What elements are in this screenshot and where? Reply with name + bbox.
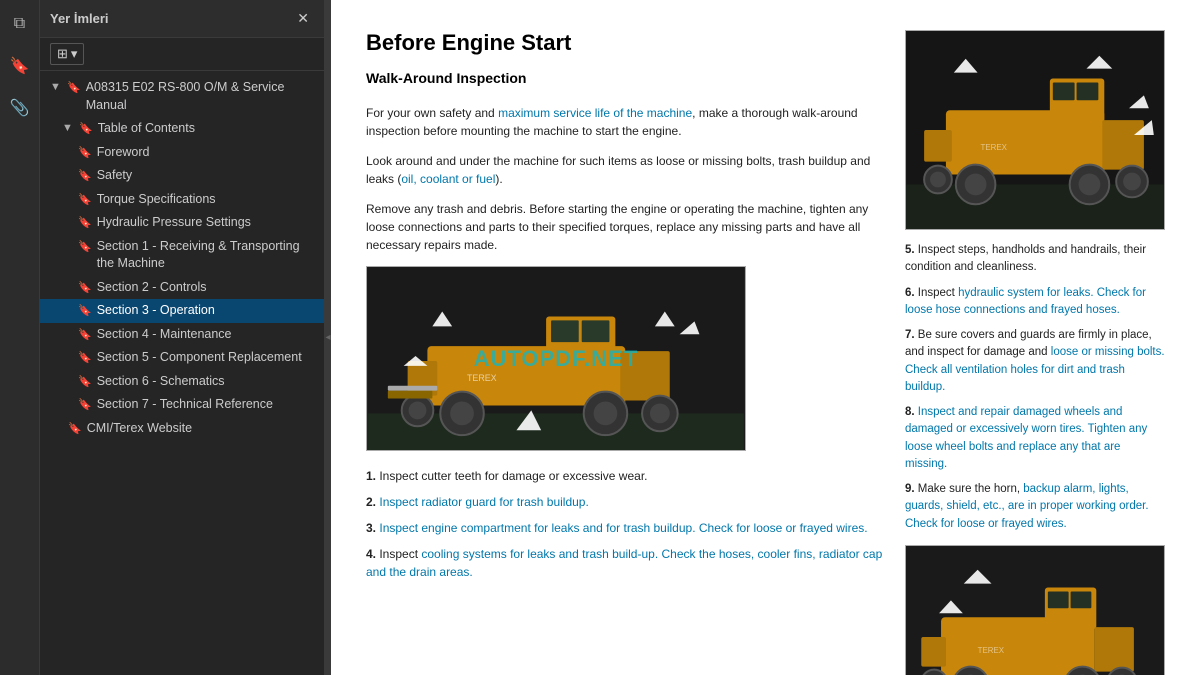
sidebar-header: Yer İmleri ✕ <box>40 0 324 38</box>
sidebar-close-button[interactable]: ✕ <box>292 8 314 29</box>
section3-bookmark-icon: 🔖 <box>78 304 92 319</box>
section1-bookmark-icon: 🔖 <box>78 240 92 255</box>
right-image-bottom: TEREX <box>905 545 1165 675</box>
sidebar-item-section6[interactable]: 🔖 Section 6 - Schematics <box>40 370 324 394</box>
sidebar-item-cmi[interactable]: 🔖 CMI/Terex Website <box>40 417 324 441</box>
sidebar-item-section5[interactable]: 🔖 Section 5 - Component Replacement <box>40 346 324 370</box>
list-item-3: 3. Inspect engine compartment for leaks … <box>366 519 885 537</box>
root-expand-icon: ▼ <box>50 80 62 95</box>
list-item-2: 2. Inspect radiator guard for trash buil… <box>366 493 885 511</box>
main-machine-image: TEREX AUTOPDF.NET <box>366 266 746 451</box>
machine-image-inner: TEREX AUTOPDF.NET <box>367 267 745 450</box>
sidebar-item-section1[interactable]: 🔖 Section 1 - Receiving & Transporting t… <box>40 235 324 276</box>
paragraph-1: For your own safety and maximum service … <box>366 104 885 140</box>
paragraph-3: Remove any trash and debris. Before star… <box>366 200 885 254</box>
section2-bookmark-icon: 🔖 <box>78 281 92 296</box>
torque-bookmark-icon: 🔖 <box>78 193 92 208</box>
page-subtitle: Walk-Around Inspection <box>366 70 885 86</box>
watermark-text: AUTOPDF.NET <box>474 346 639 372</box>
sidebar-item-section2[interactable]: 🔖 Section 2 - Controls <box>40 276 324 300</box>
list-item-1: 1. Inspect cutter teeth for damage or ex… <box>366 467 885 485</box>
hydraulic-bookmark-icon: 🔖 <box>78 216 92 231</box>
page-content: Before Engine Start Walk-Around Inspecti… <box>331 0 1200 675</box>
foreword-bookmark-icon: 🔖 <box>78 146 92 161</box>
torque-label: Torque Specifications <box>97 191 316 209</box>
svg-text:TEREX: TEREX <box>467 373 497 383</box>
root-bookmark-icon: 🔖 <box>67 81 81 96</box>
section6-bookmark-icon: 🔖 <box>78 375 92 390</box>
right-image-top-inner: TEREX <box>906 31 1164 229</box>
sidebar-title: Yer İmleri <box>50 11 109 26</box>
right-list-item-5: 5. Inspect steps, handholds and handrail… <box>905 242 1165 277</box>
section4-label: Section 4 - Maintenance <box>97 326 316 344</box>
section5-label: Section 5 - Component Replacement <box>97 349 316 367</box>
section5-bookmark-icon: 🔖 <box>78 351 92 366</box>
section6-label: Section 6 - Schematics <box>97 373 316 391</box>
right-machine-svg-bottom: TEREX <box>906 546 1164 675</box>
bookmark-icon[interactable]: 🔖 <box>4 50 36 82</box>
sidebar-item-section4[interactable]: 🔖 Section 4 - Maintenance <box>40 323 324 347</box>
right-column: TEREX 5. Inspect steps, handholds and ha… <box>905 30 1165 675</box>
hydraulic-label: Hydraulic Pressure Settings <box>97 214 316 232</box>
sidebar-item-torque[interactable]: 🔖 Torque Specifications <box>40 188 324 212</box>
right-numbered-list: 5. Inspect steps, handholds and handrail… <box>905 242 1165 533</box>
right-list-item-8: 8. Inspect and repair damaged wheels and… <box>905 404 1165 473</box>
dropdown-arrow-icon: ▾ <box>71 46 78 62</box>
icon-bar: ⧉ 🔖 📎 <box>0 0 40 675</box>
sidebar-item-section7[interactable]: 🔖 Section 7 - Technical Reference <box>40 393 324 417</box>
cmi-label: CMI/Terex Website <box>87 420 316 438</box>
section4-bookmark-icon: 🔖 <box>78 328 92 343</box>
sidebar: Yer İmleri ✕ ⊞ ▾ ▼ 🔖 A08315 E02 RS-800 O… <box>40 0 325 675</box>
right-list-item-6: 6. Inspect hydraulic system for leaks. C… <box>905 285 1165 320</box>
sidebar-item-section3[interactable]: 🔖 Section 3 - Operation <box>40 299 324 323</box>
toc-item-label: Table of Contents <box>98 120 316 138</box>
pages-icon[interactable]: ⧉ <box>4 8 36 40</box>
toc-expand-icon: ▼ <box>62 121 74 136</box>
svg-text:TEREX: TEREX <box>981 143 1008 152</box>
sidebar-item-safety[interactable]: 🔖 Safety <box>40 164 324 188</box>
sidebar-tree: ▼ 🔖 A08315 E02 RS-800 O/M & Service Manu… <box>40 71 324 675</box>
toc-bookmark-icon: 🔖 <box>79 122 93 137</box>
sidebar-item-foreword[interactable]: 🔖 Foreword <box>40 141 324 165</box>
svg-text:TEREX: TEREX <box>978 646 1005 655</box>
sidebar-item-hydraulic[interactable]: 🔖 Hydraulic Pressure Settings <box>40 211 324 235</box>
main-content: Before Engine Start Walk-Around Inspecti… <box>331 0 1200 675</box>
foreword-label: Foreword <box>97 144 316 162</box>
paragraph-2: Look around and under the machine for su… <box>366 152 885 188</box>
page-title: Before Engine Start <box>366 30 885 56</box>
safety-label: Safety <box>97 167 316 185</box>
section1-label: Section 1 - Receiving & Transporting the… <box>97 238 316 273</box>
right-list-item-7: 7. Be sure covers and guards are firmly … <box>905 327 1165 396</box>
right-image-top: TEREX <box>905 30 1165 230</box>
numbered-list: 1. Inspect cutter teeth for damage or ex… <box>366 467 885 581</box>
tree-root-item[interactable]: ▼ 🔖 A08315 E02 RS-800 O/M & Service Manu… <box>40 76 324 117</box>
cmi-bookmark-icon: 🔖 <box>68 422 82 437</box>
right-machine-svg-top: TEREX <box>906 31 1164 229</box>
expand-all-button[interactable]: ⊞ ▾ <box>50 43 84 65</box>
section2-label: Section 2 - Controls <box>97 279 316 297</box>
right-image-bottom-inner: TEREX <box>906 546 1164 675</box>
section3-label: Section 3 - Operation <box>97 302 316 320</box>
section7-label: Section 7 - Technical Reference <box>97 396 316 414</box>
paperclip-icon[interactable]: 📎 <box>4 92 36 124</box>
root-item-label: A08315 E02 RS-800 O/M & Service Manual <box>86 79 316 114</box>
safety-bookmark-icon: 🔖 <box>78 169 92 184</box>
left-column: Before Engine Start Walk-Around Inspecti… <box>366 30 885 675</box>
tree-toc-item[interactable]: ▼ 🔖 Table of Contents <box>40 117 324 141</box>
list-item-4: 4. Inspect cooling systems for leaks and… <box>366 545 885 581</box>
section7-bookmark-icon: 🔖 <box>78 398 92 413</box>
expand-icon: ⊞ <box>57 46 68 62</box>
sidebar-toolbar: ⊞ ▾ <box>40 38 324 71</box>
right-list-item-9: 9. Make sure the horn, backup alarm, lig… <box>905 481 1165 533</box>
